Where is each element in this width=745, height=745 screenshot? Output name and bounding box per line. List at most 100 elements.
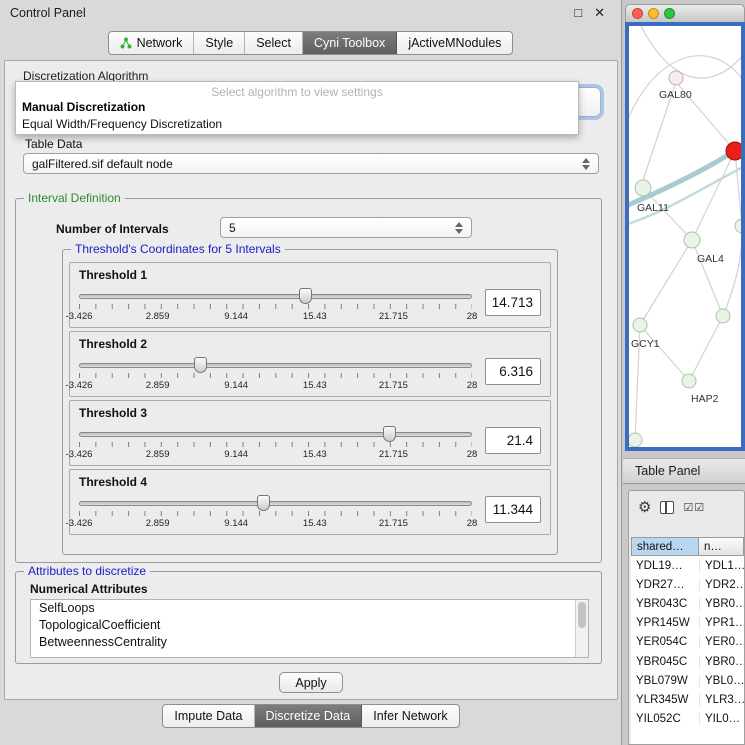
node-table: shared… n… YDL19… YDL1… YDR27… YDR2… YBR… [631,537,744,744]
table-row[interactable]: YBL079W YBL0… [631,671,744,690]
node-label: GAL11 [637,202,669,214]
list-scrollbar[interactable] [575,600,588,657]
threshold-2-slider[interactable]: -3.426 2.859 9.144 15.43 21.715 28 [79,356,472,396]
attributes-group-title: Attributes to discretize [24,564,150,578]
table-row[interactable]: YBR043C YBR0… [631,594,744,613]
table-panel-title: Table Panel [635,464,700,478]
threshold-4-label: Threshold 4 [79,475,541,489]
interval-definition-group: Interval Definition Number of Intervals … [15,198,602,563]
slider-thumb[interactable] [194,357,207,373]
number-of-intervals-combobox[interactable]: 5 [220,217,472,238]
threshold-1-slider[interactable]: -3.426 2.859 9.144 15.43 21.715 28 [79,287,472,327]
algorithm-option-manual[interactable]: Manual Discretization [16,99,578,116]
close-window-icon[interactable]: ✕ [594,5,605,21]
slider-scale: -3.426 2.859 9.144 15.43 21.715 28 [79,518,472,530]
control-panel-titlebar: Control Panel □ ✕ [0,0,621,26]
node-label: GCY1 [631,338,660,350]
threshold-4-box: Threshold 4 -3.426 2.859 9.144 15.43 [69,469,551,535]
show-columns-icon[interactable] [660,501,674,514]
select-columns-icons[interactable]: ☑☑ [683,501,705,514]
tab-network[interactable]: Network [109,32,195,54]
cyni-toolbox-panel: Discretization Algorithm Select algorith… [4,60,618,700]
gear-icon[interactable]: ⚙ [638,498,651,516]
threshold-2-label: Threshold 2 [79,337,541,351]
number-of-intervals-value: 5 [229,221,236,235]
threshold-4-value-field[interactable]: 11.344 [485,496,541,523]
slider-thumb[interactable] [257,495,270,511]
threshold-2-value-field[interactable]: 6.316 [485,358,541,385]
network-node[interactable] [629,433,642,447]
slider-ticks [79,511,472,516]
table-data-label: Table Data [25,137,82,151]
table-data-combobox[interactable]: galFiltered.sif default node [23,153,599,174]
minimize-traffic-light[interactable] [648,8,659,19]
slider-track[interactable] [79,294,472,299]
slider-track[interactable] [79,432,472,437]
network-view-window: GAL80 GAL11 GAL4 GCY1 HAP2 [625,4,745,451]
table-data-value: galFiltered.sif default node [32,157,173,171]
node-label: GAL4 [697,253,724,265]
thresholds-group-title: Threshold's Coordinates for 5 Intervals [71,242,285,256]
close-traffic-light[interactable] [632,8,643,19]
network-node[interactable] [669,71,683,85]
network-window-titlebar [625,4,745,22]
zoom-traffic-light[interactable] [664,8,675,19]
numerical-attributes-list[interactable]: SelfLoops TopologicalCoefficient Between… [30,599,589,658]
threshold-1-value-field[interactable]: 14.713 [485,289,541,316]
network-icon [120,37,132,49]
tab-impute-data[interactable]: Impute Data [163,705,254,727]
tab-infer-network[interactable]: Infer Network [362,705,458,727]
table-row[interactable]: YDL19… YDL1… [631,556,744,575]
control-panel-title: Control Panel [10,6,86,20]
slider-ticks [79,304,472,309]
slider-ticks [79,442,472,447]
threshold-3-value-field[interactable]: 21.4 [485,427,541,454]
column-header-shared-name[interactable]: shared… [631,537,699,556]
apply-button[interactable]: Apply [279,672,343,693]
scrollbar-thumb[interactable] [578,602,586,628]
slider-thumb[interactable] [383,426,396,442]
network-node[interactable] [682,374,696,388]
algorithm-option-placeholder[interactable]: Select algorithm to view settings [16,82,578,99]
network-node-selected[interactable] [726,142,741,160]
interval-definition-title: Interval Definition [24,191,125,205]
slider-scale: -3.426 2.859 9.144 15.43 21.715 28 [79,449,472,461]
algorithm-option-equal-width[interactable]: Equal Width/Frequency Discretization [16,116,578,133]
table-row[interactable]: YBR045C YBR0… [631,652,744,671]
list-item[interactable]: BetweennessCentrality [31,634,588,651]
tab-select[interactable]: Select [245,32,303,54]
network-canvas[interactable]: GAL80 GAL11 GAL4 GCY1 HAP2 [625,22,745,451]
column-header-name[interactable]: n… [699,537,744,556]
list-item[interactable]: TopologicalCoefficient [31,617,588,634]
table-panel-window: ⚙ ☑☑ shared… n… YDL19… YDL1… YDR27… YDR2… [628,490,745,745]
table-row[interactable]: YIL052C YIL0… [631,710,744,729]
attributes-group: Attributes to discretize Numerical Attri… [15,571,602,664]
table-row[interactable]: YDR27… YDR2… [631,575,744,594]
table-row[interactable]: YLR345W YLR3… [631,690,744,709]
combobox-stepper-icon [576,158,590,170]
threshold-2-box: Threshold 2 -3.426 2.859 9.144 15.43 [69,331,551,397]
table-row[interactable]: YER054C YER0… [631,633,744,652]
list-item[interactable]: SelfLoops [31,600,588,617]
number-of-intervals-label: Number of Intervals [56,222,169,236]
network-node[interactable] [735,219,741,233]
tab-style[interactable]: Style [194,32,245,54]
threshold-3-slider[interactable]: -3.426 2.859 9.144 15.43 21.715 28 [79,425,472,465]
tab-cyni-toolbox[interactable]: Cyni Toolbox [303,32,397,54]
threshold-4-slider[interactable]: -3.426 2.859 9.144 15.43 21.715 28 [79,494,472,534]
table-row[interactable]: YPR145W YPR1… [631,614,744,633]
tab-jactivemnodules[interactable]: jActiveMNodules [397,32,512,54]
network-node[interactable] [716,309,730,323]
float-window-icon[interactable]: □ [574,5,582,21]
slider-track[interactable] [79,363,472,368]
slider-thumb[interactable] [299,288,312,304]
slider-track[interactable] [79,501,472,506]
network-node[interactable] [684,232,700,248]
threshold-3-box: Threshold 3 -3.426 2.859 9.144 15.43 [69,400,551,466]
tab-network-label: Network [137,36,183,50]
table-panel-header[interactable]: Table Panel [623,458,745,484]
slider-ticks [79,373,472,378]
tab-discretize-data[interactable]: Discretize Data [255,705,363,727]
network-node[interactable] [635,180,651,196]
network-node[interactable] [633,318,647,332]
